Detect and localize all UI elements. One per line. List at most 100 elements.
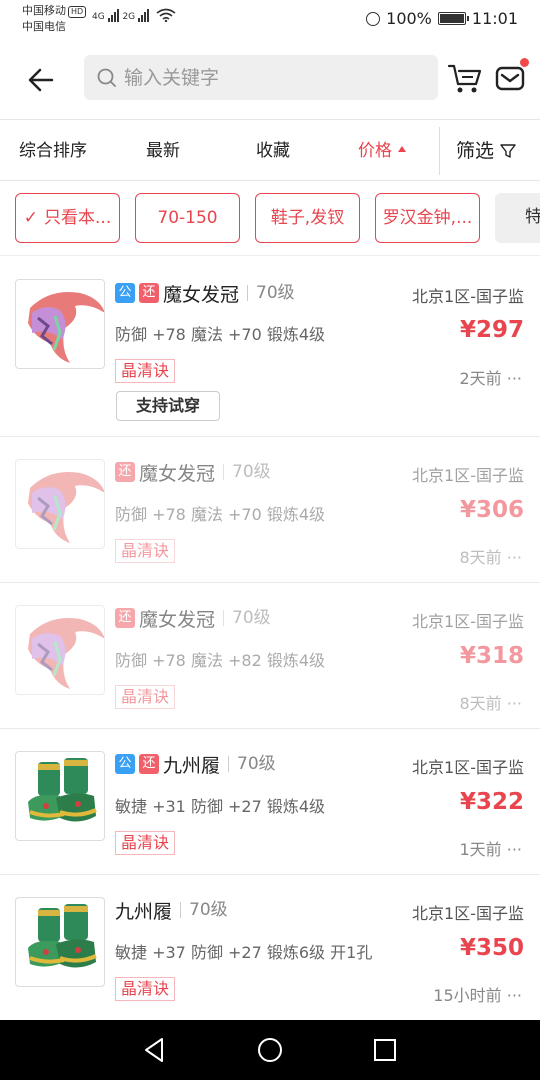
signal-bars-icon xyxy=(138,9,150,22)
item-time: 2天前 ··· xyxy=(459,369,522,388)
nav-home-icon xyxy=(258,1038,282,1062)
funnel-icon xyxy=(500,144,516,158)
skill-tag: 晶清诀 xyxy=(115,359,176,383)
clock: 11:01 xyxy=(471,9,518,28)
item-level: 70级 xyxy=(228,756,276,773)
hd-badge: HD xyxy=(68,6,87,18)
skill-tag: 晶清诀 xyxy=(115,977,176,1001)
filter-chips: ✓只看本... 70-150 鞋子,发钗 罗汉金钟,... 特 xyxy=(0,182,540,256)
system-nav-bar xyxy=(0,1020,540,1080)
chip-item-type[interactable]: 鞋子,发钗 xyxy=(255,193,360,243)
item-title-row: 还 魔女发冠 70级 xyxy=(115,604,271,632)
list-item[interactable]: 公 还 九州履 70级 北京1区-国子监 敏捷 +31 防御 +27 锻炼4级 … xyxy=(0,730,540,875)
skill-tag: 晶清诀 xyxy=(115,685,176,709)
carrier1-label: 中国移动 xyxy=(22,4,66,17)
app-screen: { "status_bar": { "carrier1": "中国移动", "h… xyxy=(0,0,540,1080)
item-server: 北京1区-国子监 xyxy=(412,612,524,631)
item-level: 70级 xyxy=(223,464,271,481)
back-button[interactable] xyxy=(26,64,58,96)
nav-back-button[interactable] xyxy=(140,1035,170,1065)
filter-label: 筛选 xyxy=(456,140,495,162)
chip-skill[interactable]: 罗汉金钟,... xyxy=(375,193,480,243)
item-attrs: 敏捷 +31 防御 +27 锻炼4级 xyxy=(115,797,326,816)
item-price: ¥297 xyxy=(459,317,524,343)
item-server: 北京1区-国子监 xyxy=(412,904,524,923)
item-price: ¥306 xyxy=(459,497,524,523)
item-title: 九州履 xyxy=(163,754,221,777)
top-header xyxy=(0,40,540,120)
item-price: ¥322 xyxy=(459,789,524,815)
sort-newest[interactable]: 最新 xyxy=(146,121,180,181)
public-tag: 公 xyxy=(115,283,135,303)
item-title-row: 还 魔女发冠 70级 xyxy=(115,458,271,486)
chip-only-this[interactable]: ✓ 只看本... xyxy=(15,193,120,243)
item-server: 北京1区-国子监 xyxy=(412,287,524,306)
message-button[interactable] xyxy=(494,58,529,94)
nav-recents-icon xyxy=(374,1039,396,1061)
item-price: ¥318 xyxy=(459,643,524,669)
net1-label: 4G xyxy=(92,12,105,22)
carrier2-label: 中国电信 xyxy=(22,20,66,33)
skill-tag: 晶清诀 xyxy=(115,831,176,855)
crown-icon xyxy=(15,279,105,369)
item-attrs: 防御 +78 魔法 +70 锻炼4级 xyxy=(115,325,326,344)
item-title: 魔女发冠 xyxy=(163,283,240,306)
item-title: 魔女发冠 xyxy=(139,462,216,485)
item-time: 15小时前 ··· xyxy=(433,986,522,1005)
sort-price[interactable]: 价格 xyxy=(358,121,406,181)
crown-icon xyxy=(15,605,105,695)
item-title: 魔女发冠 xyxy=(139,608,216,631)
list-item[interactable]: 还 魔女发冠 70级 北京1区-国子监 防御 +78 魔法 +82 锻炼4级 ¥… xyxy=(0,584,540,729)
nav-back-icon xyxy=(145,1038,163,1062)
unread-dot xyxy=(520,58,529,67)
check-icon: ✓ xyxy=(23,208,39,228)
list-item[interactable]: 公 还 魔女发冠 70级 北京1区-国子监 防御 +78 魔法 +70 锻炼4级… xyxy=(0,257,540,437)
item-time: 8天前 ··· xyxy=(459,694,522,713)
nav-home-button[interactable] xyxy=(255,1035,285,1065)
search-input[interactable] xyxy=(124,66,424,89)
chip-label: 只看本... xyxy=(44,208,112,228)
item-title: 九州履 xyxy=(115,900,173,923)
boots-icon xyxy=(15,897,105,987)
wifi-icon xyxy=(156,8,176,23)
sort-bar: 综合排序 最新 收藏 价格 筛选 xyxy=(0,121,540,181)
item-attrs: 防御 +78 魔法 +70 锻炼4级 xyxy=(115,505,326,524)
net2-label: 2G xyxy=(122,12,136,22)
search-icon xyxy=(97,68,116,87)
chip-price-range[interactable]: 70-150 xyxy=(135,193,240,243)
sort-default[interactable]: 综合排序 xyxy=(19,121,87,181)
mail-icon xyxy=(495,66,525,91)
item-server: 北京1区-国子监 xyxy=(412,466,524,485)
alarm-icon xyxy=(366,11,381,26)
bargain-tag: 还 xyxy=(139,754,159,774)
sort-favorites[interactable]: 收藏 xyxy=(256,121,290,181)
item-price: ¥350 xyxy=(459,935,524,961)
bargain-tag: 还 xyxy=(115,608,135,628)
item-title-row: 九州履 70级 xyxy=(115,896,228,924)
back-arrow-icon xyxy=(28,68,54,92)
nav-recents-button[interactable] xyxy=(370,1035,400,1065)
item-attrs: 敏捷 +37 防御 +27 锻炼6级 开1孔 xyxy=(115,943,373,962)
crown-icon xyxy=(15,459,105,549)
item-time: 8天前 ··· xyxy=(459,548,522,567)
item-server: 北京1区-国子监 xyxy=(412,758,524,777)
filter-button[interactable]: 筛选 xyxy=(456,121,516,181)
item-time: 1天前 ··· xyxy=(459,840,522,859)
status-right: 100% 11:01 xyxy=(366,9,518,28)
search-box[interactable] xyxy=(84,55,438,100)
skill-tag: 晶清诀 xyxy=(115,539,176,563)
list-item[interactable]: 九州履 70级 北京1区-国子监 敏捷 +37 防御 +27 锻炼6级 开1孔 … xyxy=(0,876,540,1021)
bargain-tag: 还 xyxy=(139,283,159,303)
chip-special[interactable]: 特 xyxy=(495,193,540,243)
sort-price-label: 价格 xyxy=(358,141,392,161)
item-level: 70级 xyxy=(223,610,271,627)
bargain-tag: 还 xyxy=(115,462,135,482)
list-item[interactable]: 还 魔女发冠 70级 北京1区-国子监 防御 +78 魔法 +70 锻炼4级 ¥… xyxy=(0,438,540,583)
tryon-button[interactable]: 支持试穿 xyxy=(116,391,220,421)
boots-icon xyxy=(15,751,105,841)
public-tag: 公 xyxy=(115,754,135,774)
sort-ascending-icon xyxy=(398,146,406,152)
cart-button[interactable] xyxy=(447,60,483,96)
item-attrs: 防御 +78 魔法 +82 锻炼4级 xyxy=(115,651,326,670)
divider xyxy=(439,127,440,175)
